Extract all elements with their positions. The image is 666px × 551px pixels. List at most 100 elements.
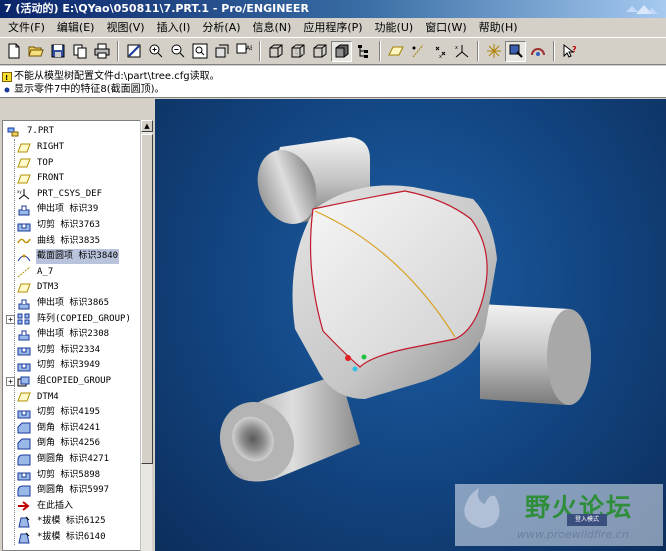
spin-center-button[interactable] [483,41,504,62]
info-bullet-icon [4,87,10,92]
insert-here-icon [17,500,31,512]
zoom-in-button[interactable] [145,41,166,62]
menu-analysis[interactable]: 分析(A) [196,18,246,37]
tree-item-draft[interactable]: *拔模 标识6140 [17,530,107,545]
menu-insert[interactable]: 插入(I) [151,18,197,37]
cut-icon [17,360,31,372]
tree-item-protrusion[interactable]: 伸出项 标识39 [17,202,99,217]
new-file-icon [8,43,19,59]
menu-edit[interactable]: 编辑(E) [51,18,101,37]
tree-item-draft[interactable]: *拔模 标识6125 [17,514,107,529]
copy-button[interactable] [69,41,90,62]
tree-item-label: 在此插入 [37,500,74,511]
tree-item-group[interactable]: + 组COPIED_GROUP [6,374,112,389]
tree-item-curve[interactable]: 曲线 标识3835 [17,234,101,249]
svg-text:?: ? [572,45,577,54]
part-icon [7,126,21,138]
shading-button[interactable] [331,40,352,62]
graphics-window[interactable]: 野火论坛 登入模式 www.proewildfire.cn [155,99,666,551]
pattern-icon [17,313,31,325]
tree-item-label: 切剪 标识3949 [37,360,101,371]
tree-item-round[interactable]: 倒圆角 标识4271 [17,452,110,467]
tree-item-cut[interactable]: 切剪 标识2334 [17,343,101,358]
open-file-button[interactable] [25,41,46,62]
select-filter-icon [509,44,523,58]
tree-item-pattern[interactable]: + 阵列(COPIED_GROUP) [6,312,132,327]
cut-icon [17,469,31,481]
chamfer-icon [17,438,31,450]
tree-item-insert-here[interactable]: 在此插入 [17,499,74,514]
message-text: 显示零件7中的特征8(截面圆顶)。 [14,84,165,95]
tree-item-axis[interactable]: A_7 [17,265,54,280]
appearance-button[interactable] [527,41,548,62]
csys-icon: xy [17,188,31,200]
axis-icon [17,266,31,278]
tree-expander-button[interactable]: + [6,314,15,324]
tree-item-label: 阵列(COPIED_GROUP) [37,313,131,324]
window-title: 7 (活动的) E:\QYao\050811\7.PRT.1 - Pro/ENG… [4,2,309,15]
tree-item-cut[interactable]: 切剪 标识3763 [17,218,101,233]
tree-item-label: 组COPIED_GROUP [37,376,112,386]
svg-text:AB: AB [246,45,252,52]
menu-bar: 文件(F) 编辑(E) 视图(V) 插入(I) 分析(A) 信息(N) 应用程序… [0,18,666,37]
menu-view[interactable]: 视图(V) [100,18,150,37]
tree-item-protrusion[interactable]: 伸出项 标识2308 [17,327,110,342]
datum-axes-toggle[interactable] [407,41,428,62]
tree-item-datum-plane[interactable]: DTM3 [17,280,60,295]
menu-applications[interactable]: 应用程序(P) [297,18,368,37]
tree-scrollbar[interactable]: ▲ [140,120,153,551]
print-button[interactable] [91,41,112,62]
tree-item-datum-plane[interactable]: RIGHT [17,140,65,155]
repaint-button[interactable] [123,41,144,62]
new-file-button[interactable] [3,41,24,62]
menu-window[interactable]: 窗口(W) [419,18,472,37]
flame-logo-icon [464,488,500,528]
tree-item-cut[interactable]: 切剪 标识4195 [17,405,101,420]
menu-info[interactable]: 信息(N) [247,18,298,37]
context-help-icon: ? [563,43,577,58]
tree-item-protrusion[interactable]: 伸出项 标识3865 [17,296,110,311]
reorient-button[interactable] [211,41,232,62]
boss-right-end [547,309,591,405]
saved-views-button[interactable]: AB [233,41,254,62]
save-button[interactable] [47,41,68,62]
tree-root[interactable]: 7.PRT [7,124,55,139]
csys-toggle[interactable]: x [451,41,472,62]
zoom-out-button[interactable] [167,41,188,62]
menu-utilities[interactable]: 功能(U) [369,18,420,37]
tree-item-round[interactable]: 倒圆角 标识5997 [17,483,110,498]
tree-item-datum-plane[interactable]: FRONT [17,171,65,186]
hidden-line-button[interactable] [287,41,308,62]
zoom-fit-icon [192,43,207,59]
wireframe-button[interactable] [265,41,286,62]
scroll-up-arrow[interactable]: ▲ [141,120,153,132]
tree-item-label: 倒圆角 标识5997 [37,485,110,496]
model-tree-button[interactable] [353,41,374,62]
context-help-button[interactable]: ? [559,41,580,62]
no-hidden-button[interactable] [309,41,330,62]
tree-item-chamfer[interactable]: 倒角 标识4256 [17,436,101,451]
datum-plane-icon [17,391,31,403]
tree-item-datum-plane[interactable]: DTM4 [17,390,60,405]
model-tree: 7.PRT RIGHT TOP FRONT xy PRT_CSYS_DEF 伸出项 标识3… [2,120,150,551]
select-filter-button[interactable] [505,40,526,62]
datum-planes-toggle[interactable] [385,41,406,62]
tree-item-label: TOP [37,157,54,168]
csys-marker-cyan [352,366,358,372]
zoom-out-icon [171,44,184,58]
zoom-fit-button[interactable] [189,41,210,62]
tree-expander-button[interactable]: + [6,377,15,386]
tree-item-section-dome[interactable]: 截面圆项 标识3840 [17,249,120,265]
tree-item-datum-plane[interactable]: TOP [17,156,54,171]
tree-item-cut[interactable]: 切剪 标识3949 [17,358,101,373]
tree-item-chamfer[interactable]: 倒角 标识4241 [17,421,101,436]
scroll-thumb[interactable] [141,134,153,464]
menu-help[interactable]: 帮助(H) [473,18,524,37]
appearance-icon [530,48,545,56]
tree-item-label: 切剪 标识3763 [37,220,101,230]
tree-item-csys[interactable]: xy PRT_CSYS_DEF [17,187,103,202]
tree-item-cut[interactable]: 切剪 标识5898 [17,468,101,483]
menu-file[interactable]: 文件(F) [2,18,51,37]
tree-item-label: 伸出项 标识3865 [37,298,110,308]
datum-points-toggle[interactable]: x [429,41,450,62]
